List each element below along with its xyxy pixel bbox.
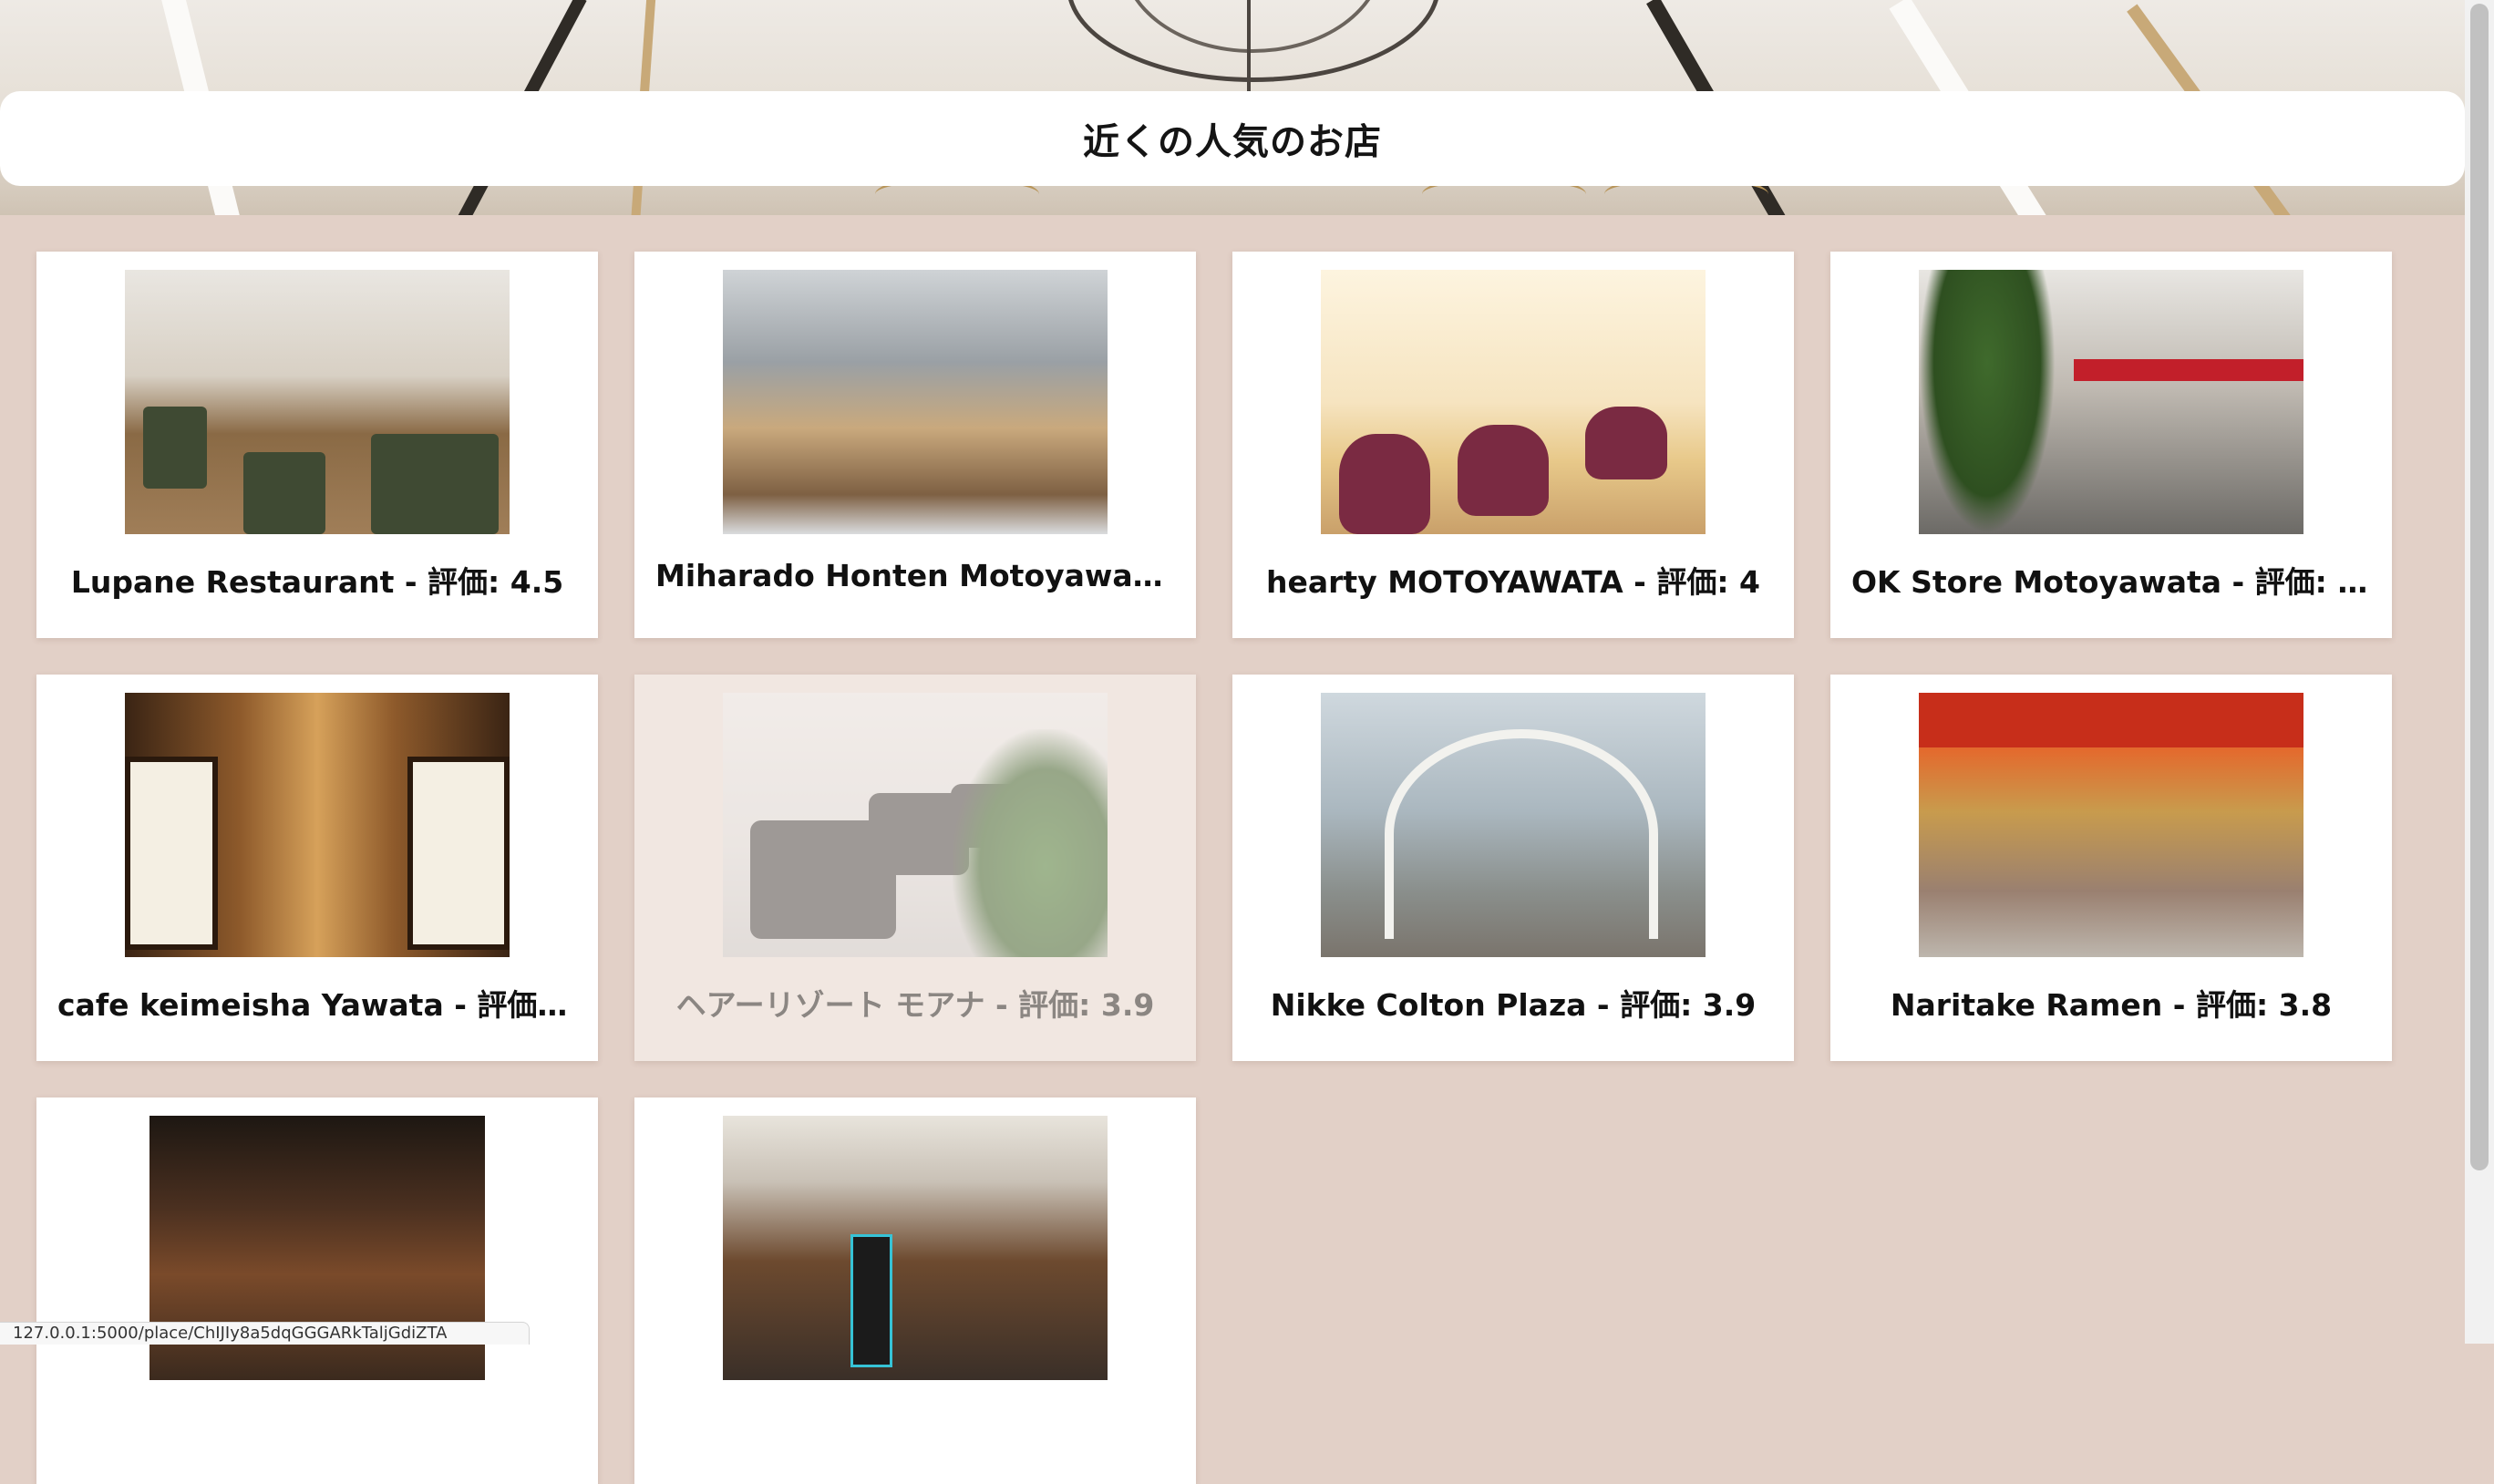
- window-shape: [125, 757, 218, 950]
- salon-chair-shape: [1458, 425, 1549, 516]
- store-photo: [1321, 270, 1706, 534]
- scrollbar-thumb[interactable]: [2470, 4, 2489, 1170]
- page-title: 近くの人気のお店: [1083, 121, 1382, 163]
- store-card[interactable]: Nikke Colton Plaza - 評価: 3.9: [1232, 675, 1794, 1061]
- store-label: OK Store Motoyawata - 評価: 3.9: [1851, 564, 2371, 600]
- plant-shape: [953, 729, 1108, 957]
- store-card[interactable]: cafe keimeisha Yawata - 評価: 3.9: [36, 675, 598, 1061]
- tree-shape: [1919, 270, 2056, 534]
- awning-shape: [1919, 693, 2303, 747]
- page-scrollbar[interactable]: [2465, 0, 2494, 1344]
- title-bar: 近くの人気のお店: [0, 91, 2465, 186]
- chandelier-decoration: [1247, 0, 1251, 91]
- store-card[interactable]: Lupane Restaurant - 評価: 4.5: [36, 252, 598, 638]
- chair-shape: [371, 434, 499, 534]
- store-card[interactable]: hearty MOTOYAWATA - 評価: 4: [1232, 252, 1794, 638]
- chair-shape: [243, 452, 325, 534]
- store-label: cafe keimeisha Yawata - 評価: 3.9: [57, 987, 577, 1023]
- status-bar-url: 127.0.0.1:5000/place/ChIJIy8a5dqGGGARkTa…: [0, 1322, 530, 1345]
- store-photo: [723, 270, 1108, 534]
- store-photo: [125, 270, 510, 534]
- store-sign-shape: [2074, 359, 2303, 381]
- store-photo: [125, 693, 510, 957]
- chair-shape: [143, 407, 207, 489]
- store-card[interactable]: ヘアーリゾート モアナ - 評価: 3.9: [634, 675, 1196, 1061]
- store-card[interactable]: Naritake Ramen - 評価: 3.8: [1830, 675, 2392, 1061]
- store-photo: [723, 693, 1108, 957]
- store-card[interactable]: [634, 1098, 1196, 1484]
- store-label: hearty MOTOYAWATA - 評価: 4: [1266, 564, 1760, 600]
- store-card[interactable]: OK Store Motoyawata - 評価: 3.9: [1830, 252, 2392, 638]
- store-label: Nikke Colton Plaza - 評価: 3.9: [1270, 987, 1757, 1023]
- salon-chair-shape: [1339, 434, 1430, 534]
- store-label: Miharado Honten Motoyawatate…: [655, 558, 1175, 593]
- store-label: ヘアーリゾート モアナ - 評価: 3.9: [675, 987, 1155, 1023]
- arch-shape: [1385, 729, 1658, 939]
- store-photo: [1919, 270, 2303, 534]
- store-photo: [1919, 693, 2303, 957]
- store-label: Lupane Restaurant - 評価: 4.5: [70, 564, 564, 600]
- store-label: Naritake Ramen - 評価: 3.8: [1890, 987, 2333, 1023]
- window-shape: [407, 757, 510, 950]
- store-card[interactable]: Miharado Honten Motoyawatate…: [634, 252, 1196, 638]
- kiosk-shape: [850, 1234, 892, 1367]
- store-grid: Lupane Restaurant - 評価: 4.5 Miharado Hon…: [36, 252, 2425, 1484]
- store-card[interactable]: [36, 1098, 598, 1484]
- salon-chair-shape: [1585, 407, 1667, 479]
- store-photo: [723, 1116, 1108, 1380]
- store-photo: [1321, 693, 1706, 957]
